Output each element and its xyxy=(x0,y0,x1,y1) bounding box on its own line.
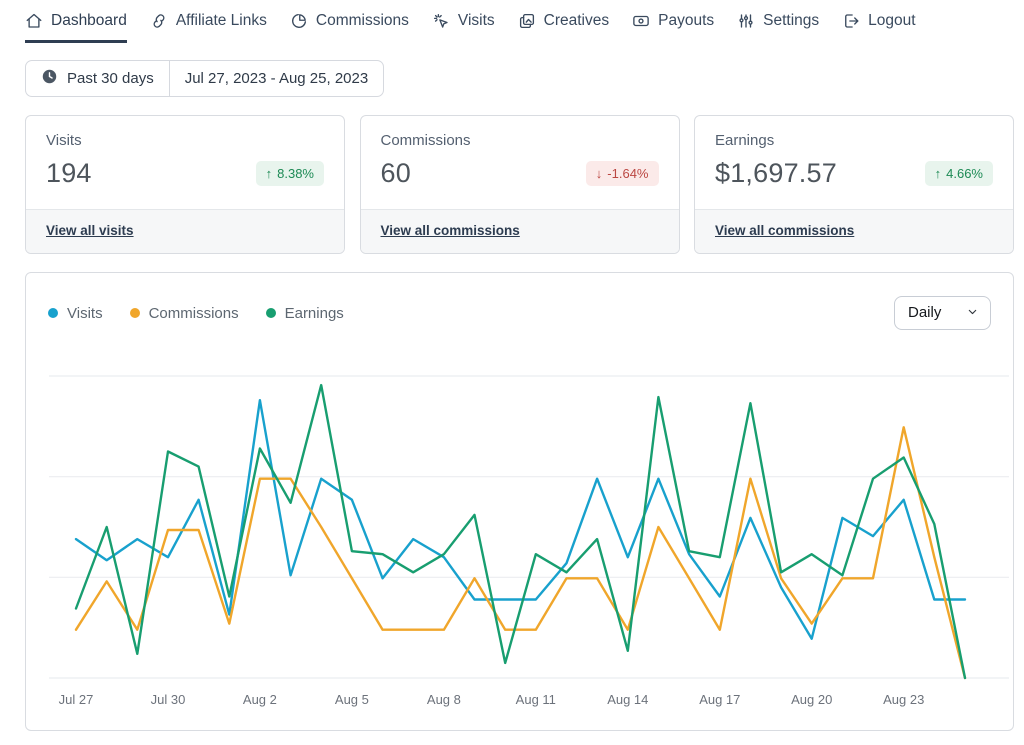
nav-label: Commissions xyxy=(316,12,409,30)
legend-label: Earnings xyxy=(285,305,344,322)
chart-header: Visits Commissions Earnings Daily xyxy=(26,273,1013,333)
nav-item-commissions[interactable]: Commissions xyxy=(290,12,409,43)
x-axis-tick: Aug 11 xyxy=(516,692,556,707)
chart-legend: Visits Commissions Earnings xyxy=(48,305,344,322)
series-line-visits xyxy=(76,400,965,639)
card-footer: View all visits xyxy=(26,209,344,253)
date-filter-row: Past 30 days Jul 27, 2023 - Aug 25, 2023 xyxy=(25,60,1024,97)
series-line-commissions xyxy=(76,427,965,678)
x-axis-tick: Aug 14 xyxy=(607,692,648,707)
nav-item-payouts[interactable]: Payouts xyxy=(632,12,714,43)
nav-item-dashboard[interactable]: Dashboard xyxy=(25,12,127,43)
x-axis-tick: Aug 2 xyxy=(243,692,277,707)
date-range-button[interactable]: Jul 27, 2023 - Aug 25, 2023 xyxy=(169,61,383,96)
legend-item-earnings[interactable]: Earnings xyxy=(266,305,344,322)
date-filter: Past 30 days Jul 27, 2023 - Aug 25, 2023 xyxy=(25,60,384,97)
x-axis-tick: Aug 8 xyxy=(427,692,461,707)
legend-label: Commissions xyxy=(149,305,239,322)
change-badge: ↑ 8.38% xyxy=(256,161,324,186)
change-value: 8.38% xyxy=(277,166,314,181)
arrow-up-icon: ↑ xyxy=(266,166,273,181)
card-title: Commissions xyxy=(381,132,659,149)
x-axis-tick: Jul 30 xyxy=(151,692,186,707)
link-icon xyxy=(150,12,168,30)
series-line-earnings xyxy=(76,385,965,678)
logout-icon xyxy=(842,12,860,30)
chevron-down-icon xyxy=(967,304,978,321)
images-icon xyxy=(518,12,536,30)
view-all-visits-link[interactable]: View all visits xyxy=(46,223,134,238)
stat-cards-row: Visits 194 ↑ 8.38% View all visits Commi… xyxy=(25,115,1014,254)
nav-item-settings[interactable]: Settings xyxy=(737,12,819,43)
date-preset-button[interactable]: Past 30 days xyxy=(26,61,169,96)
nav-label: Logout xyxy=(868,12,915,30)
nav-label: Settings xyxy=(763,12,819,30)
legend-dot xyxy=(48,308,58,318)
x-axis-tick: Jul 27 xyxy=(59,692,94,707)
view-all-commissions-link[interactable]: View all commissions xyxy=(715,223,854,238)
x-axis-tick: Aug 17 xyxy=(699,692,740,707)
card-value: $1,697.57 xyxy=(715,158,837,189)
commissions-card: Commissions 60 ↓ -1.64% View all commiss… xyxy=(360,115,680,254)
legend-dot xyxy=(130,308,140,318)
x-axis-tick: Aug 23 xyxy=(883,692,924,707)
chart-card: Visits Commissions Earnings Daily Jul 27… xyxy=(25,272,1014,731)
interval-select[interactable]: Daily xyxy=(894,296,991,330)
cursor-click-icon xyxy=(432,12,450,30)
card-title: Visits xyxy=(46,132,324,149)
nav-item-visits[interactable]: Visits xyxy=(432,12,495,43)
nav-item-affiliate-links[interactable]: Affiliate Links xyxy=(150,12,267,43)
legend-label: Visits xyxy=(67,305,103,322)
nav-label: Payouts xyxy=(658,12,714,30)
x-axis-tick: Aug 5 xyxy=(335,692,369,707)
nav-label: Affiliate Links xyxy=(176,12,267,30)
nav-item-creatives[interactable]: Creatives xyxy=(518,12,609,43)
home-icon xyxy=(25,12,43,30)
line-chart: Jul 27 Jul 30 Aug 2 Aug 5 Aug 8 Aug 11 Aug 14 A… xyxy=(26,340,1013,728)
legend-item-visits[interactable]: Visits xyxy=(48,305,103,322)
interval-value: Daily xyxy=(908,304,941,321)
earnings-card: Earnings $1,697.57 ↑ 4.66% View all comm… xyxy=(694,115,1014,254)
clock-icon xyxy=(41,68,58,89)
x-axis-tick: Aug 20 xyxy=(791,692,832,707)
sliders-icon xyxy=(737,12,755,30)
nav-label: Creatives xyxy=(544,12,609,30)
card-footer: View all commissions xyxy=(361,209,679,253)
view-all-commissions-link[interactable]: View all commissions xyxy=(381,223,520,238)
banknote-icon xyxy=(632,12,650,30)
legend-item-commissions[interactable]: Commissions xyxy=(130,305,239,322)
card-value: 60 xyxy=(381,158,411,189)
nav-item-logout[interactable]: Logout xyxy=(842,12,915,43)
card-value: 194 xyxy=(46,158,92,189)
arrow-down-icon: ↓ xyxy=(596,166,603,181)
top-nav: Dashboard Affiliate Links Commissions Vi… xyxy=(0,0,1024,43)
arrow-up-icon: ↑ xyxy=(935,166,942,181)
date-preset-label: Past 30 days xyxy=(67,70,154,87)
nav-label: Dashboard xyxy=(51,12,127,30)
change-badge: ↑ 4.66% xyxy=(925,161,993,186)
pie-chart-icon xyxy=(290,12,308,30)
change-value: -1.64% xyxy=(607,166,648,181)
date-range-label: Jul 27, 2023 - Aug 25, 2023 xyxy=(185,70,368,87)
nav-label: Visits xyxy=(458,12,495,30)
change-badge: ↓ -1.64% xyxy=(586,161,659,186)
card-title: Earnings xyxy=(715,132,993,149)
legend-dot xyxy=(266,308,276,318)
visits-card: Visits 194 ↑ 8.38% View all visits xyxy=(25,115,345,254)
card-footer: View all commissions xyxy=(695,209,1013,253)
change-value: 4.66% xyxy=(946,166,983,181)
